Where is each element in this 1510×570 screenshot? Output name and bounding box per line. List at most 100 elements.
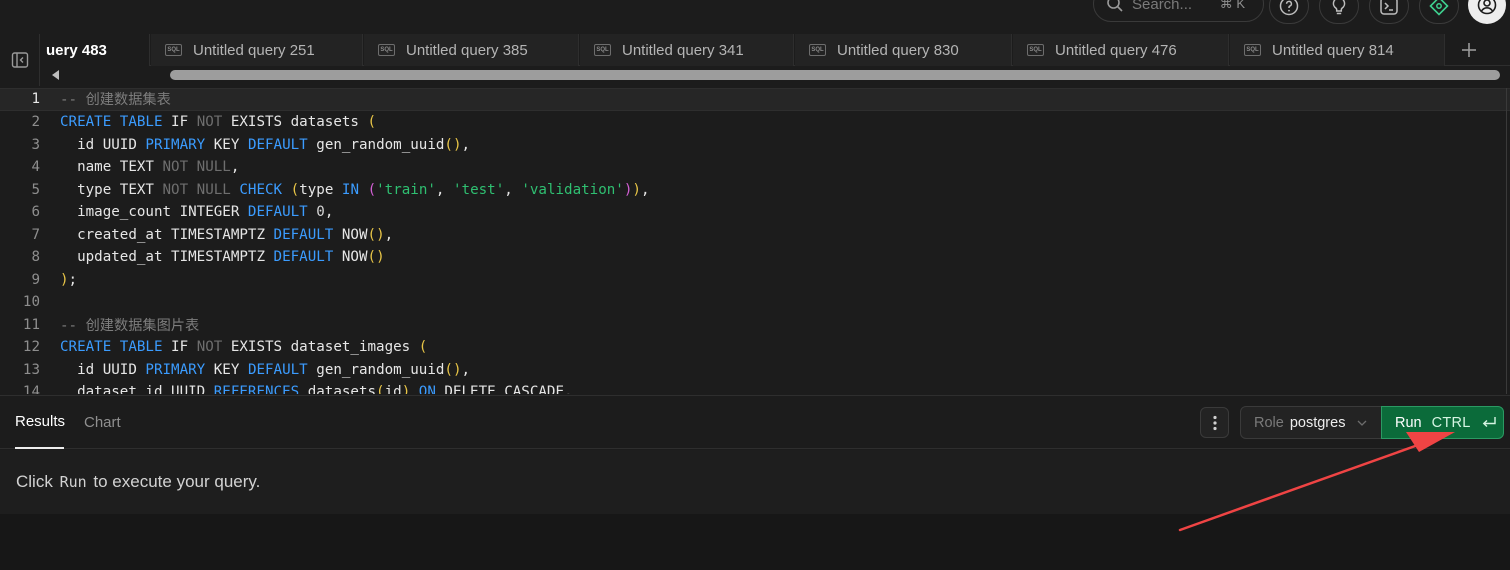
tab-untitled-query-251[interactable]: SQL Untitled query 251 bbox=[151, 34, 363, 66]
tab-label: Untitled query 814 bbox=[1272, 41, 1394, 59]
tab-label: Untitled query 476 bbox=[1055, 41, 1177, 59]
sql-file-icon: SQL bbox=[1244, 44, 1261, 56]
terminal-button[interactable] bbox=[1369, 0, 1409, 24]
tab-untitled-query-830[interactable]: SQL Untitled query 830 bbox=[795, 34, 1012, 66]
tab-untitled-query-385[interactable]: SQL Untitled query 385 bbox=[364, 34, 579, 66]
run-button[interactable]: Run CTRL bbox=[1381, 406, 1504, 439]
search-icon bbox=[1107, 0, 1123, 12]
code-line: 13 id UUID PRIMARY KEY DEFAULT gen_rando… bbox=[0, 359, 1510, 382]
sql-file-icon: SQL bbox=[1027, 44, 1044, 56]
sql-file-icon: SQL bbox=[594, 44, 611, 56]
tab-chart[interactable]: Chart bbox=[84, 396, 121, 449]
code-line: 8 updated_at TIMESTAMPTZ DEFAULT NOW() bbox=[0, 246, 1510, 269]
feedback-icon bbox=[1429, 0, 1449, 16]
tab-query-483[interactable]: uery 483 bbox=[40, 34, 150, 66]
sql-file-icon: SQL bbox=[378, 44, 395, 56]
code-text: dataset_id UUID REFERENCES datasets(id) … bbox=[60, 384, 573, 394]
query-tab-bar: uery 483 SQL Untitled query 251 SQL Unti… bbox=[0, 34, 1510, 66]
user-icon bbox=[1477, 0, 1497, 15]
enter-key-icon bbox=[1482, 416, 1496, 427]
role-label: Role bbox=[1254, 414, 1284, 431]
tab-label: Untitled query 341 bbox=[622, 41, 744, 59]
avatar[interactable] bbox=[1468, 0, 1506, 24]
tab-untitled-query-814[interactable]: SQL Untitled query 814 bbox=[1230, 34, 1445, 66]
code-text: CREATE TABLE IF NOT EXISTS datasets ( bbox=[60, 114, 377, 131]
tab-label: Chart bbox=[84, 414, 121, 431]
line-number: 10 bbox=[22, 294, 40, 311]
sidebar-collapse-icon bbox=[11, 52, 28, 68]
code-line: 10 bbox=[0, 291, 1510, 314]
code-line: 1 -- 创建数据集表 bbox=[0, 88, 1510, 111]
advisor-button[interactable] bbox=[1419, 0, 1459, 24]
code-line: 3 id UUID PRIMARY KEY DEFAULT gen_random… bbox=[0, 134, 1510, 157]
line-number: 9 bbox=[31, 271, 40, 288]
code-text: image_count INTEGER DEFAULT 0, bbox=[60, 204, 334, 221]
tips-button[interactable] bbox=[1319, 0, 1359, 24]
code-line: 4 name TEXT NOT NULL, bbox=[0, 156, 1510, 179]
bottom-area bbox=[0, 514, 1510, 570]
sql-editor[interactable]: 1 -- 创建数据集表 2 CREATE TABLE IF NOT EXISTS… bbox=[0, 88, 1510, 394]
code-line: 5 type TEXT NOT NULL CHECK (type IN ('tr… bbox=[0, 179, 1510, 202]
code-line: 11 -- 创建数据集图片表 bbox=[0, 314, 1510, 337]
sql-file-icon: SQL bbox=[165, 44, 182, 56]
search-placeholder: Search... bbox=[1132, 0, 1193, 13]
top-bar: Search... ⌘ K bbox=[0, 0, 1510, 34]
results-toolbar: Results Chart Role postgres Run CTRL bbox=[0, 395, 1510, 449]
code-line: 9 ); bbox=[0, 269, 1510, 292]
tab-label: Untitled query 251 bbox=[193, 41, 315, 59]
tab-untitled-query-476[interactable]: SQL Untitled query 476 bbox=[1013, 34, 1229, 66]
line-number: 4 bbox=[31, 159, 40, 176]
run-label: Run bbox=[1395, 414, 1422, 431]
code-text: created_at TIMESTAMPTZ DEFAULT NOW(), bbox=[60, 226, 394, 243]
code-line: 14 dataset_id UUID REFERENCES datasets(i… bbox=[0, 381, 1510, 394]
code-line: 12 CREATE TABLE IF NOT EXISTS dataset_im… bbox=[0, 336, 1510, 359]
scrollbar-thumb[interactable] bbox=[170, 70, 1500, 80]
empty-state-prefix: Click bbox=[16, 472, 53, 491]
plus-icon bbox=[1462, 43, 1476, 57]
line-number: 1 bbox=[31, 91, 40, 108]
toggle-sidebar-button[interactable] bbox=[0, 34, 40, 86]
tab-label: Untitled query 385 bbox=[406, 41, 528, 59]
empty-state-run: Run bbox=[59, 473, 87, 491]
results-panel: Click Run to execute your query. bbox=[0, 450, 1510, 514]
more-options-button[interactable] bbox=[1200, 407, 1229, 438]
code-line: 2 CREATE TABLE IF NOT EXISTS datasets ( bbox=[0, 111, 1510, 134]
code-text: ); bbox=[60, 271, 78, 288]
help-button[interactable] bbox=[1269, 0, 1309, 24]
sql-file-icon: SQL bbox=[809, 44, 826, 56]
line-number: 3 bbox=[31, 136, 40, 153]
new-tab-button[interactable] bbox=[1446, 34, 1492, 66]
code-text: -- 创建数据集表 bbox=[60, 92, 171, 109]
search-input[interactable]: Search... ⌘ K bbox=[1093, 0, 1264, 22]
line-number: 6 bbox=[31, 204, 40, 221]
editor-ruler bbox=[1506, 88, 1507, 394]
tab-untitled-query-341[interactable]: SQL Untitled query 341 bbox=[580, 34, 794, 66]
tab-label: Untitled query 830 bbox=[837, 41, 959, 59]
chevron-down-icon bbox=[1357, 420, 1367, 426]
code-text: id UUID PRIMARY KEY DEFAULT gen_random_u… bbox=[60, 361, 471, 378]
tab-label: uery 483 bbox=[46, 41, 107, 59]
code-line: 6 image_count INTEGER DEFAULT 0, bbox=[0, 201, 1510, 224]
empty-state-suffix: to execute your query. bbox=[93, 472, 261, 491]
search-shortcut: ⌘ K bbox=[1219, 0, 1245, 11]
tab-results[interactable]: Results bbox=[15, 396, 66, 449]
line-number: 7 bbox=[31, 226, 40, 243]
line-number: 14 bbox=[22, 384, 40, 394]
scroll-left-icon[interactable] bbox=[52, 70, 59, 80]
line-number: 5 bbox=[31, 181, 40, 198]
code-text: CREATE TABLE IF NOT EXISTS dataset_image… bbox=[60, 339, 428, 356]
role-selector[interactable]: Role postgres bbox=[1240, 406, 1382, 439]
lightbulb-icon bbox=[1332, 0, 1346, 15]
code-text: type TEXT NOT NULL CHECK (type IN ('trai… bbox=[60, 181, 650, 198]
line-number: 8 bbox=[31, 249, 40, 266]
run-shortcut: CTRL bbox=[1431, 414, 1471, 431]
code-text: updated_at TIMESTAMPTZ DEFAULT NOW() bbox=[60, 249, 385, 266]
code-line: 7 created_at TIMESTAMPTZ DEFAULT NOW(), bbox=[0, 224, 1510, 247]
more-vertical-icon bbox=[1212, 415, 1217, 430]
line-number: 11 bbox=[22, 316, 40, 333]
help-icon bbox=[1279, 0, 1299, 16]
tab-scrollbar[interactable] bbox=[40, 66, 1510, 84]
tab-label: Results bbox=[15, 413, 66, 430]
line-number: 2 bbox=[31, 114, 40, 131]
line-number: 12 bbox=[22, 339, 40, 356]
